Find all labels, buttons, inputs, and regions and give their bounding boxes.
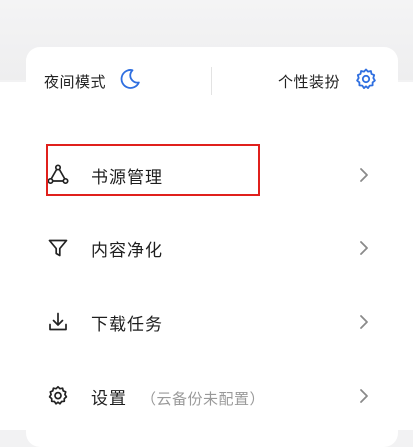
theme-gear-icon: [354, 67, 378, 95]
gear-icon: [46, 384, 70, 408]
filter-icon: [46, 236, 70, 260]
downloads-label: 下载任务: [91, 314, 163, 335]
menu-item-settings[interactable]: 设置 （云备份未配置）: [0, 366, 413, 426]
quick-divider: [211, 67, 212, 95]
quick-actions-row: 夜间模式 个性装扮: [26, 47, 398, 115]
content-filter-label: 内容净化: [91, 240, 163, 261]
night-mode-label: 夜间模式: [44, 72, 107, 91]
settings-label: 设置: [91, 388, 127, 409]
moon-icon: [118, 67, 142, 95]
theme-label: 个性装扮: [277, 72, 340, 91]
chevron-right-icon: [357, 312, 371, 332]
chevron-right-icon: [357, 165, 371, 185]
chevron-right-icon: [357, 238, 371, 258]
menu-item-downloads[interactable]: 下载任务: [0, 292, 413, 352]
menu-item-label: 内容净化: [91, 236, 163, 261]
download-icon: [46, 310, 70, 334]
menu-item-label: 下载任务: [91, 310, 163, 335]
cloud-backup-status: （云备份未配置）: [141, 389, 266, 408]
highlight-box: [46, 144, 260, 196]
menu-item-label: 设置 （云备份未配置）: [91, 384, 265, 409]
night-mode-toggle[interactable]: 夜间模式: [44, 47, 142, 115]
chevron-right-icon: [357, 386, 371, 406]
theme-button[interactable]: 个性装扮: [278, 47, 378, 115]
menu-item-content-filter[interactable]: 内容净化: [0, 218, 413, 278]
